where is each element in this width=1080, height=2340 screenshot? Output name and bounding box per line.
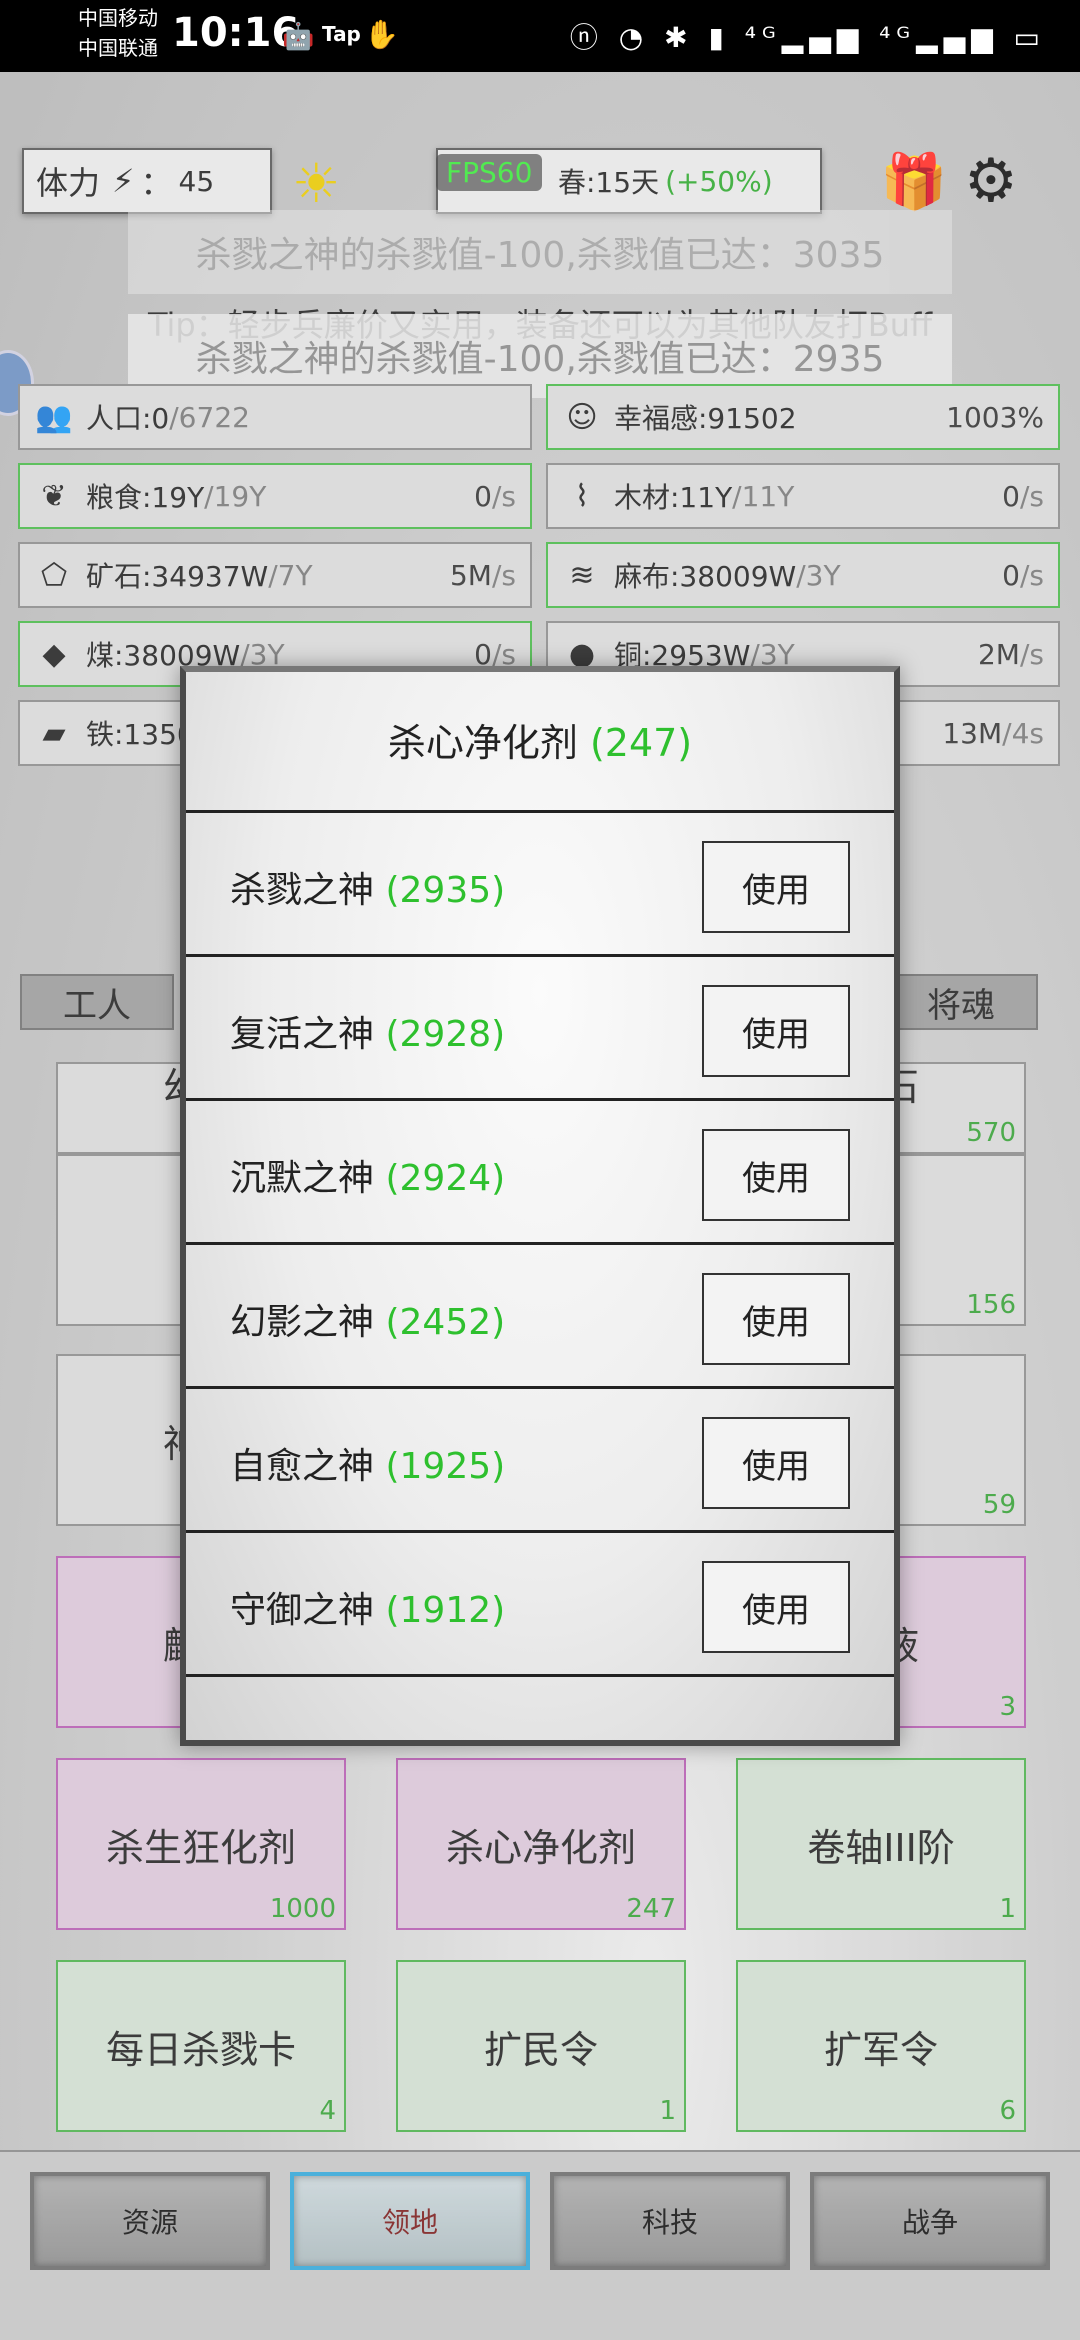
dialog-title: 杀心净化剂 (247) xyxy=(186,712,894,767)
god-row: 杀戮之神 (2935) 使用 xyxy=(186,810,894,957)
use-button[interactable]: 使用 xyxy=(702,1417,850,1509)
god-name: 自愈之神 xyxy=(230,1446,375,1487)
use-button[interactable]: 使用 xyxy=(702,985,850,1077)
god-kill-value: (1912) xyxy=(385,1590,506,1631)
god-name: 杀戮之神 xyxy=(230,870,375,911)
robot-icon: 🤖 xyxy=(282,22,315,52)
dialog-title-count: (247) xyxy=(589,721,693,765)
god-name-line: 幻影之神 (2452) xyxy=(230,1293,505,1345)
god-row: 沉默之神 (2924) 使用 xyxy=(186,1098,894,1245)
carrier-1: 中国移动 xyxy=(78,6,158,30)
god-kill-value: (2928) xyxy=(385,1014,506,1055)
god-name-line: 守御之神 (1912) xyxy=(230,1581,505,1633)
god-kill-value: (2452) xyxy=(385,1302,506,1343)
god-name-line: 杀戮之神 (2935) xyxy=(230,861,505,913)
god-kill-value: (2924) xyxy=(385,1158,506,1199)
use-button[interactable]: 使用 xyxy=(702,1561,850,1653)
divider xyxy=(186,1674,894,1677)
god-name-line: 复活之神 (2928) xyxy=(230,1005,505,1057)
tap-label: Tap xyxy=(322,22,361,46)
god-name: 守御之神 xyxy=(230,1590,375,1631)
god-name-line: 自愈之神 (1925) xyxy=(230,1437,505,1489)
god-kill-value: (2935) xyxy=(385,870,506,911)
purify-dialog: 杀心净化剂 (247) 杀戮之神 (2935) 使用 复活之神 (2928) 使用 沉默… xyxy=(180,666,900,1746)
use-button[interactable]: 使用 xyxy=(702,1129,850,1221)
god-name: 沉默之神 xyxy=(230,1158,375,1199)
hand-icon: ✋ xyxy=(364,18,399,51)
god-row: 幻影之神 (2452) 使用 xyxy=(186,1242,894,1389)
god-row: 自愈之神 (1925) 使用 xyxy=(186,1386,894,1533)
god-row: 复活之神 (2928) 使用 xyxy=(186,954,894,1101)
status-bar: 中国移动 中国联通 10:16 🤖 Tap ✋ ⓝ ◔ ✱ ▮ ⁴ᴳ▂▄▆ ⁴ᴳ… xyxy=(0,0,1080,72)
system-icons: ⓝ ◔ ✱ ▮ ⁴ᴳ▂▄▆ ⁴ᴳ▂▄▆ ▭ xyxy=(569,21,1046,54)
carrier-2: 中国联通 xyxy=(78,36,158,60)
god-kill-value: (1925) xyxy=(385,1446,506,1487)
god-row: 守御之神 (1912) 使用 xyxy=(186,1530,894,1677)
god-name-line: 沉默之神 (2924) xyxy=(230,1149,505,1201)
god-name: 幻影之神 xyxy=(230,1302,375,1343)
god-name: 复活之神 xyxy=(230,1014,375,1055)
use-button[interactable]: 使用 xyxy=(702,1273,850,1365)
clock: 10:16 xyxy=(172,10,300,56)
dialog-title-text: 杀心净化剂 xyxy=(387,721,578,765)
use-button[interactable]: 使用 xyxy=(702,841,850,933)
